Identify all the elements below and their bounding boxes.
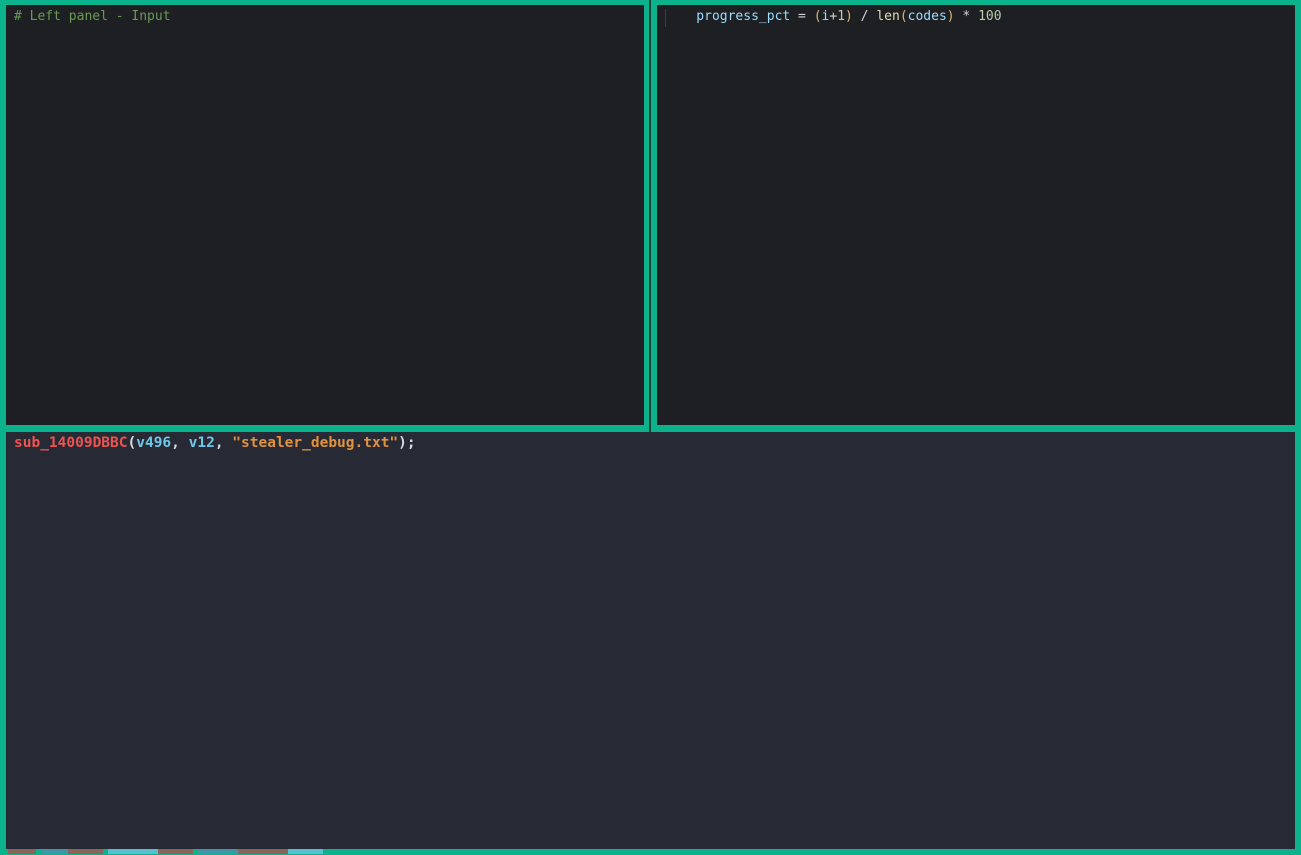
code-line: # Left panel - Input — [14, 8, 644, 425]
code-editor-tkinter-input-panel[interactable]: # Left panel - Inputleft_panel = Frame(m… — [6, 5, 644, 425]
code-line: progress_pct = (i+1) / len(codes) * 100 — [665, 8, 1295, 425]
indent-guides — [665, 9, 696, 27]
screen: # Left panel - Inputleft_panel = Frame(m… — [0, 0, 1301, 855]
code-line: sub_14009DBBC(v496, v12, "stealer_debug.… — [14, 434, 1295, 849]
code-editor-validation-logic[interactable]: progress_pct = (i+1) / len(codes) * 100s… — [657, 5, 1295, 425]
decompiler-pseudocode-view[interactable]: sub_14009DBBC(v496, v12, "stealer_debug.… — [6, 432, 1295, 849]
clipped-code-line — [8, 849, 323, 854]
window-divider — [649, 0, 651, 432]
